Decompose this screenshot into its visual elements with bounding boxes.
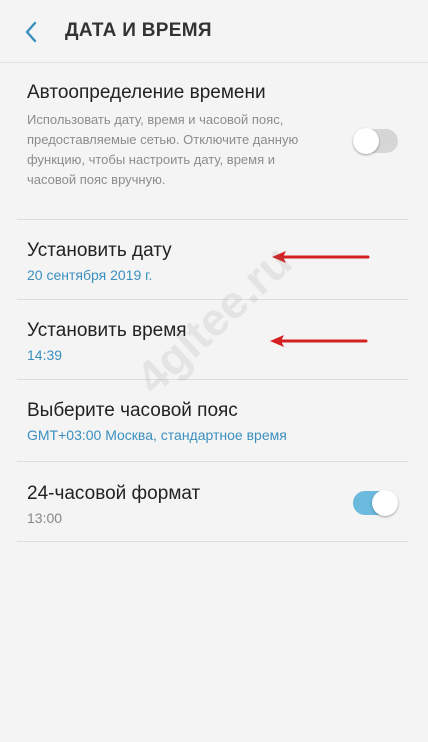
- auto-time-title: Автоопределение времени: [27, 82, 266, 103]
- app-bar: ДАТА И ВРЕМЯ: [0, 0, 428, 63]
- divider: [17, 541, 408, 542]
- toggle-knob: [353, 128, 379, 154]
- setting-24h-format[interactable]: 24-часовой формат 13:00: [0, 462, 428, 542]
- format-24h-title: 24-часовой формат: [27, 483, 201, 504]
- setting-auto-time[interactable]: Автоопределение времени Использовать дат…: [0, 62, 428, 220]
- set-date-value: 20 сентября 2019 г.: [27, 267, 153, 283]
- auto-time-description: Использовать дату, время и часовой пояс,…: [27, 112, 299, 187]
- format-24h-value: 13:00: [27, 510, 63, 526]
- back-button[interactable]: [18, 18, 44, 46]
- toggle-knob: [372, 490, 398, 516]
- timezone-value: GMT+03:00 Москва, стандартное время: [27, 427, 287, 443]
- auto-time-toggle[interactable]: [353, 128, 398, 154]
- set-date-title: Установить дату: [27, 240, 172, 261]
- setting-timezone[interactable]: Выберите часовой пояс GMT+03:00 Москва, …: [0, 380, 428, 462]
- red-arrow-icon: [270, 335, 368, 347]
- set-time-value: 14:39: [27, 347, 63, 363]
- page-title: ДАТА И ВРЕМЯ: [65, 20, 212, 41]
- format-24h-toggle[interactable]: [353, 490, 398, 516]
- chevron-left-icon: [25, 21, 37, 43]
- timezone-title: Выберите часовой пояс: [27, 400, 238, 421]
